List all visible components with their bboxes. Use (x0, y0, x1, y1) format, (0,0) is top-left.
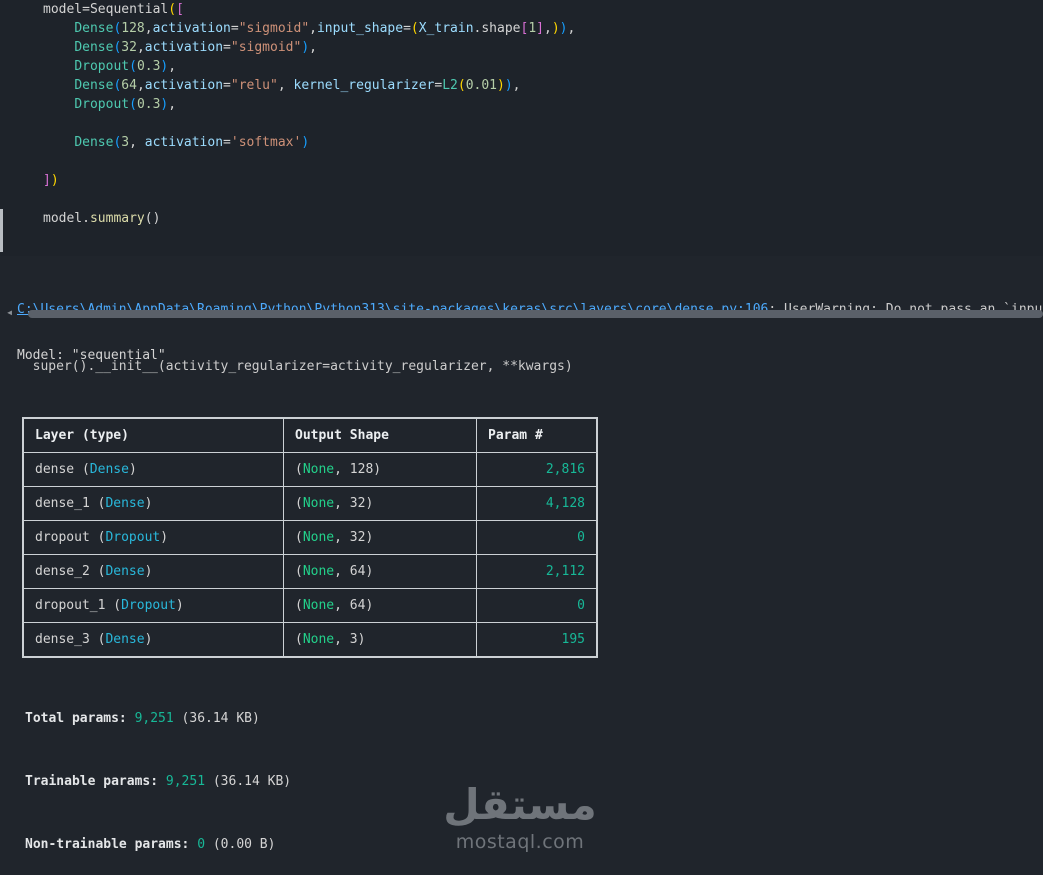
layer-name-cell: dense_3 (Dense) (22, 622, 284, 658)
total-params-value: 9,251 (134, 711, 174, 726)
code-line: Dropout(0.3), (74, 97, 177, 112)
param-count-cell: 0 (476, 520, 598, 555)
table-row: dense (Dense) (None, 128) 2,816 (22, 452, 598, 487)
param-count-cell: 4,128 (476, 486, 598, 521)
table-row: dense_2 (Dense) (None, 64) 2,112 (22, 554, 598, 589)
table-header-row: Layer (type) Output Shape Param # (22, 417, 598, 453)
total-params-size: (36.14 KB) (173, 711, 260, 726)
table-row: dense_3 (Dense) (None, 3) 195 (22, 622, 598, 658)
layer-name-cell: dense_2 (Dense) (22, 554, 284, 589)
cell-focus-indicator (0, 209, 3, 252)
trainable-params-size: (36.14 KB) (205, 774, 292, 789)
nontrainable-params-label: Non-trainable params: (25, 837, 198, 852)
output-shape-cell: (None, 32) (283, 486, 477, 521)
nontrainable-params-size: (0.00 B) (205, 837, 276, 852)
watermark-domain: mostaql.com (455, 831, 585, 853)
output-shape-cell: (None, 128) (283, 452, 477, 487)
layer-name-cell: dropout_1 (Dropout) (22, 588, 284, 623)
param-count-cell: 195 (476, 622, 598, 658)
header-param-count: Param # (476, 417, 598, 453)
total-params-line: Total params: 9,251 (36.14 KB) (25, 709, 260, 728)
header-layer-type: Layer (type) (22, 417, 284, 453)
model-title: Model: "sequential" (17, 348, 166, 363)
header-output-shape: Output Shape (283, 417, 477, 453)
trainable-params-label: Trainable params: (25, 774, 166, 789)
code-line: Dense(128,activation="sigmoid",input_sha… (74, 21, 576, 36)
warning-code-line: super().__init__(activity_regularizer=ac… (17, 359, 573, 374)
output-shape-cell: (None, 64) (283, 554, 477, 589)
code-line: Dense(3, activation='softmax') (74, 135, 310, 150)
trainable-params-line: Trainable params: 9,251 (36.14 KB) (25, 772, 291, 791)
code-line: Dense(64,activation="relu", kernel_regul… (74, 78, 521, 93)
output-shape-cell: (None, 32) (283, 520, 477, 555)
horizontal-scrollbar[interactable]: ◂ (0, 305, 1043, 321)
watermark-arabic-logo: مستقل (443, 780, 597, 829)
code-line: model=Sequential([ (43, 2, 184, 17)
table-row: dense_1 (Dense) (None, 32) 4,128 (22, 486, 598, 521)
output-shape-cell: (None, 3) (283, 622, 477, 658)
code-cell[interactable]: model=Sequential([ Dense(128,activation=… (0, 0, 1043, 256)
notebook-page: model=Sequential([ Dense(128,activation=… (0, 0, 1043, 875)
output-shape-cell: (None, 64) (283, 588, 477, 623)
code-line: Dropout(0.3), (74, 59, 177, 74)
layer-name-cell: dropout (Dropout) (22, 520, 284, 555)
param-count-cell: 2,816 (476, 452, 598, 487)
nontrainable-params-line: Non-trainable params: 0 (0.00 B) (25, 835, 275, 854)
total-params-label: Total params: (25, 711, 135, 726)
layer-name-cell: dense (Dense) (22, 452, 284, 487)
param-count-cell: 2,112 (476, 554, 598, 589)
scrollbar-thumb[interactable] (28, 310, 1043, 318)
table-row: dropout_1 (Dropout) (None, 64) 0 (22, 588, 598, 623)
nontrainable-params-value: 0 (197, 837, 206, 852)
param-count-cell: 0 (476, 588, 598, 623)
code-editor[interactable]: model=Sequential([ Dense(128,activation=… (0, 0, 1043, 228)
layer-name-cell: dense_1 (Dense) (22, 486, 284, 521)
model-summary-table: Layer (type) Output Shape Param # dense … (22, 417, 598, 658)
code-line: model.summary() (43, 211, 161, 226)
code-line: Dense(32,activation="sigmoid"), (74, 40, 317, 55)
scroll-left-arrow-icon[interactable]: ◂ (6, 305, 13, 319)
table-row: dropout (Dropout) (None, 32) 0 (22, 520, 598, 555)
code-line: ]) (43, 173, 59, 188)
trainable-params-value: 9,251 (165, 774, 206, 789)
warning-output: C:\Users\Admin\AppData\Roaming\Python\Py… (17, 262, 1043, 414)
watermark: مستقل mostaql.com (410, 779, 630, 853)
